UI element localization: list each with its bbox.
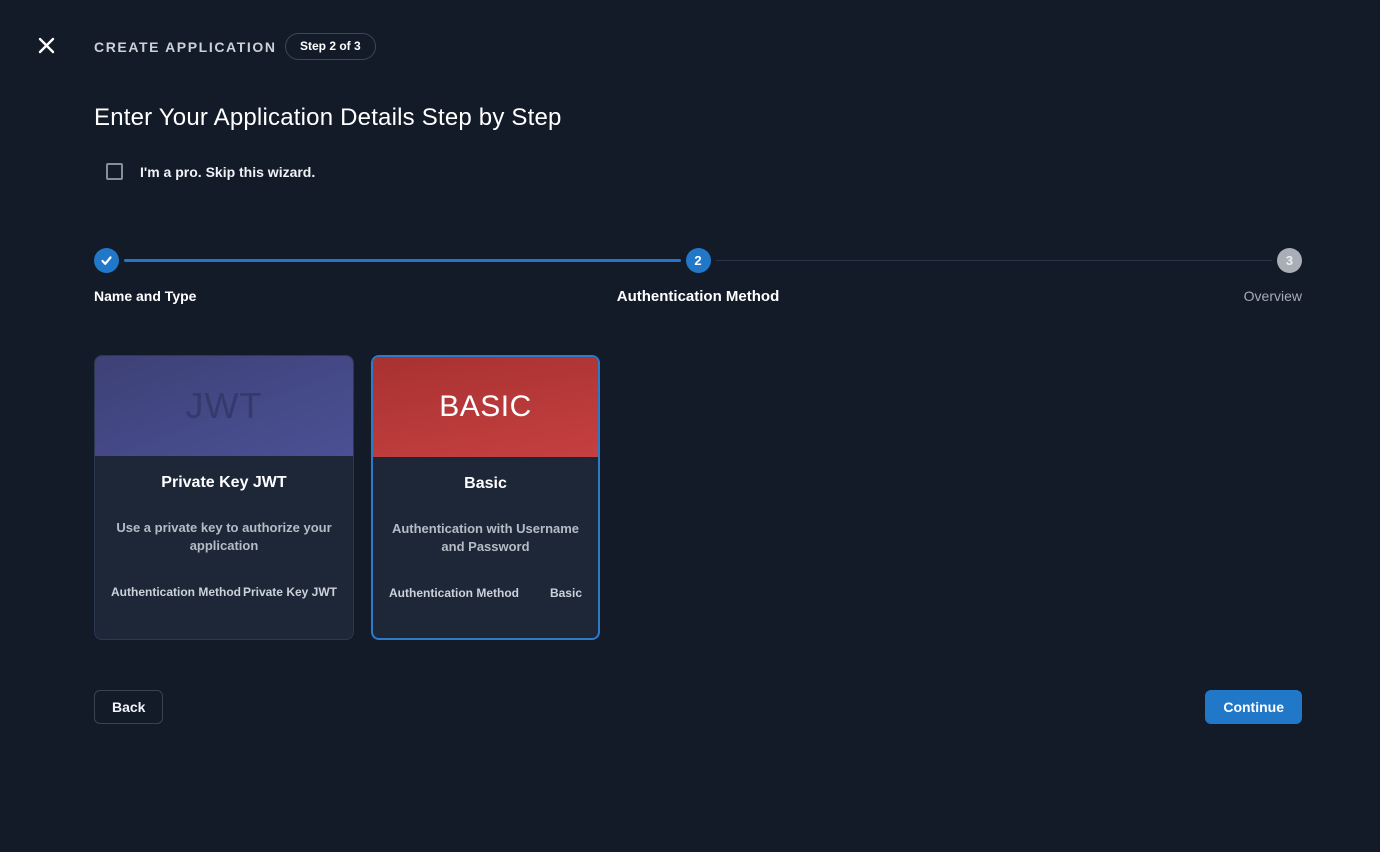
auth-method-card-private-key-jwt[interactable]: JWT Private Key JWT Use a private key to… <box>94 355 354 640</box>
wizard-stepper: 2 3 Name and Type Authentication Method … <box>94 248 1302 306</box>
card-meta-label: Authentication Method <box>389 586 519 600</box>
auth-method-card-list: JWT Private Key JWT Use a private key to… <box>94 355 1302 640</box>
stepper-connector-upcoming <box>716 260 1273 261</box>
basic-banner-text: BASIC <box>439 390 532 424</box>
step-3-circle[interactable]: 3 <box>1277 248 1302 273</box>
card-description: Use a private key to authorize your appl… <box>111 519 337 554</box>
card-description: Authentication with Username and Passwor… <box>389 520 582 555</box>
step-1-label: Name and Type <box>94 288 196 304</box>
wizard-body: Enter Your Application Details Step by S… <box>0 104 1380 724</box>
skip-wizard-label: I'm a pro. Skip this wizard. <box>140 164 315 180</box>
basic-card-banner: BASIC <box>373 357 598 457</box>
card-title: Basic <box>389 475 582 493</box>
step-1-circle[interactable] <box>94 248 119 273</box>
card-meta-value: Basic <box>550 586 582 600</box>
card-meta-value: Private Key JWT <box>243 585 337 599</box>
card-title: Private Key JWT <box>111 474 337 492</box>
jwt-card-banner: JWT <box>95 356 353 456</box>
step-2-label: Authentication Method <box>617 288 779 305</box>
step-3-label: Overview <box>1244 288 1302 304</box>
auth-method-card-basic[interactable]: BASIC Basic Authentication with Username… <box>371 355 600 640</box>
wizard-title: CREATE APPLICATION <box>94 39 277 55</box>
continue-button[interactable]: Continue <box>1205 690 1302 724</box>
wizard-footer: Back Continue <box>94 690 1302 724</box>
checkmark-icon <box>100 254 113 267</box>
back-button[interactable]: Back <box>94 690 163 724</box>
skip-wizard-checkbox[interactable] <box>106 163 123 180</box>
close-button[interactable] <box>34 33 58 57</box>
step-counter-badge: Step 2 of 3 <box>285 33 376 60</box>
close-icon <box>38 37 55 54</box>
jwt-banner-text: JWT <box>186 385 263 427</box>
wizard-topbar: CREATE APPLICATION Step 2 of 3 <box>0 0 1380 62</box>
page-title: Enter Your Application Details Step by S… <box>94 104 1302 132</box>
step-2-circle[interactable]: 2 <box>686 248 711 273</box>
skip-wizard-row[interactable]: I'm a pro. Skip this wizard. <box>106 163 315 180</box>
stepper-connector-complete <box>124 259 681 262</box>
card-meta-label: Authentication Method <box>111 585 241 599</box>
